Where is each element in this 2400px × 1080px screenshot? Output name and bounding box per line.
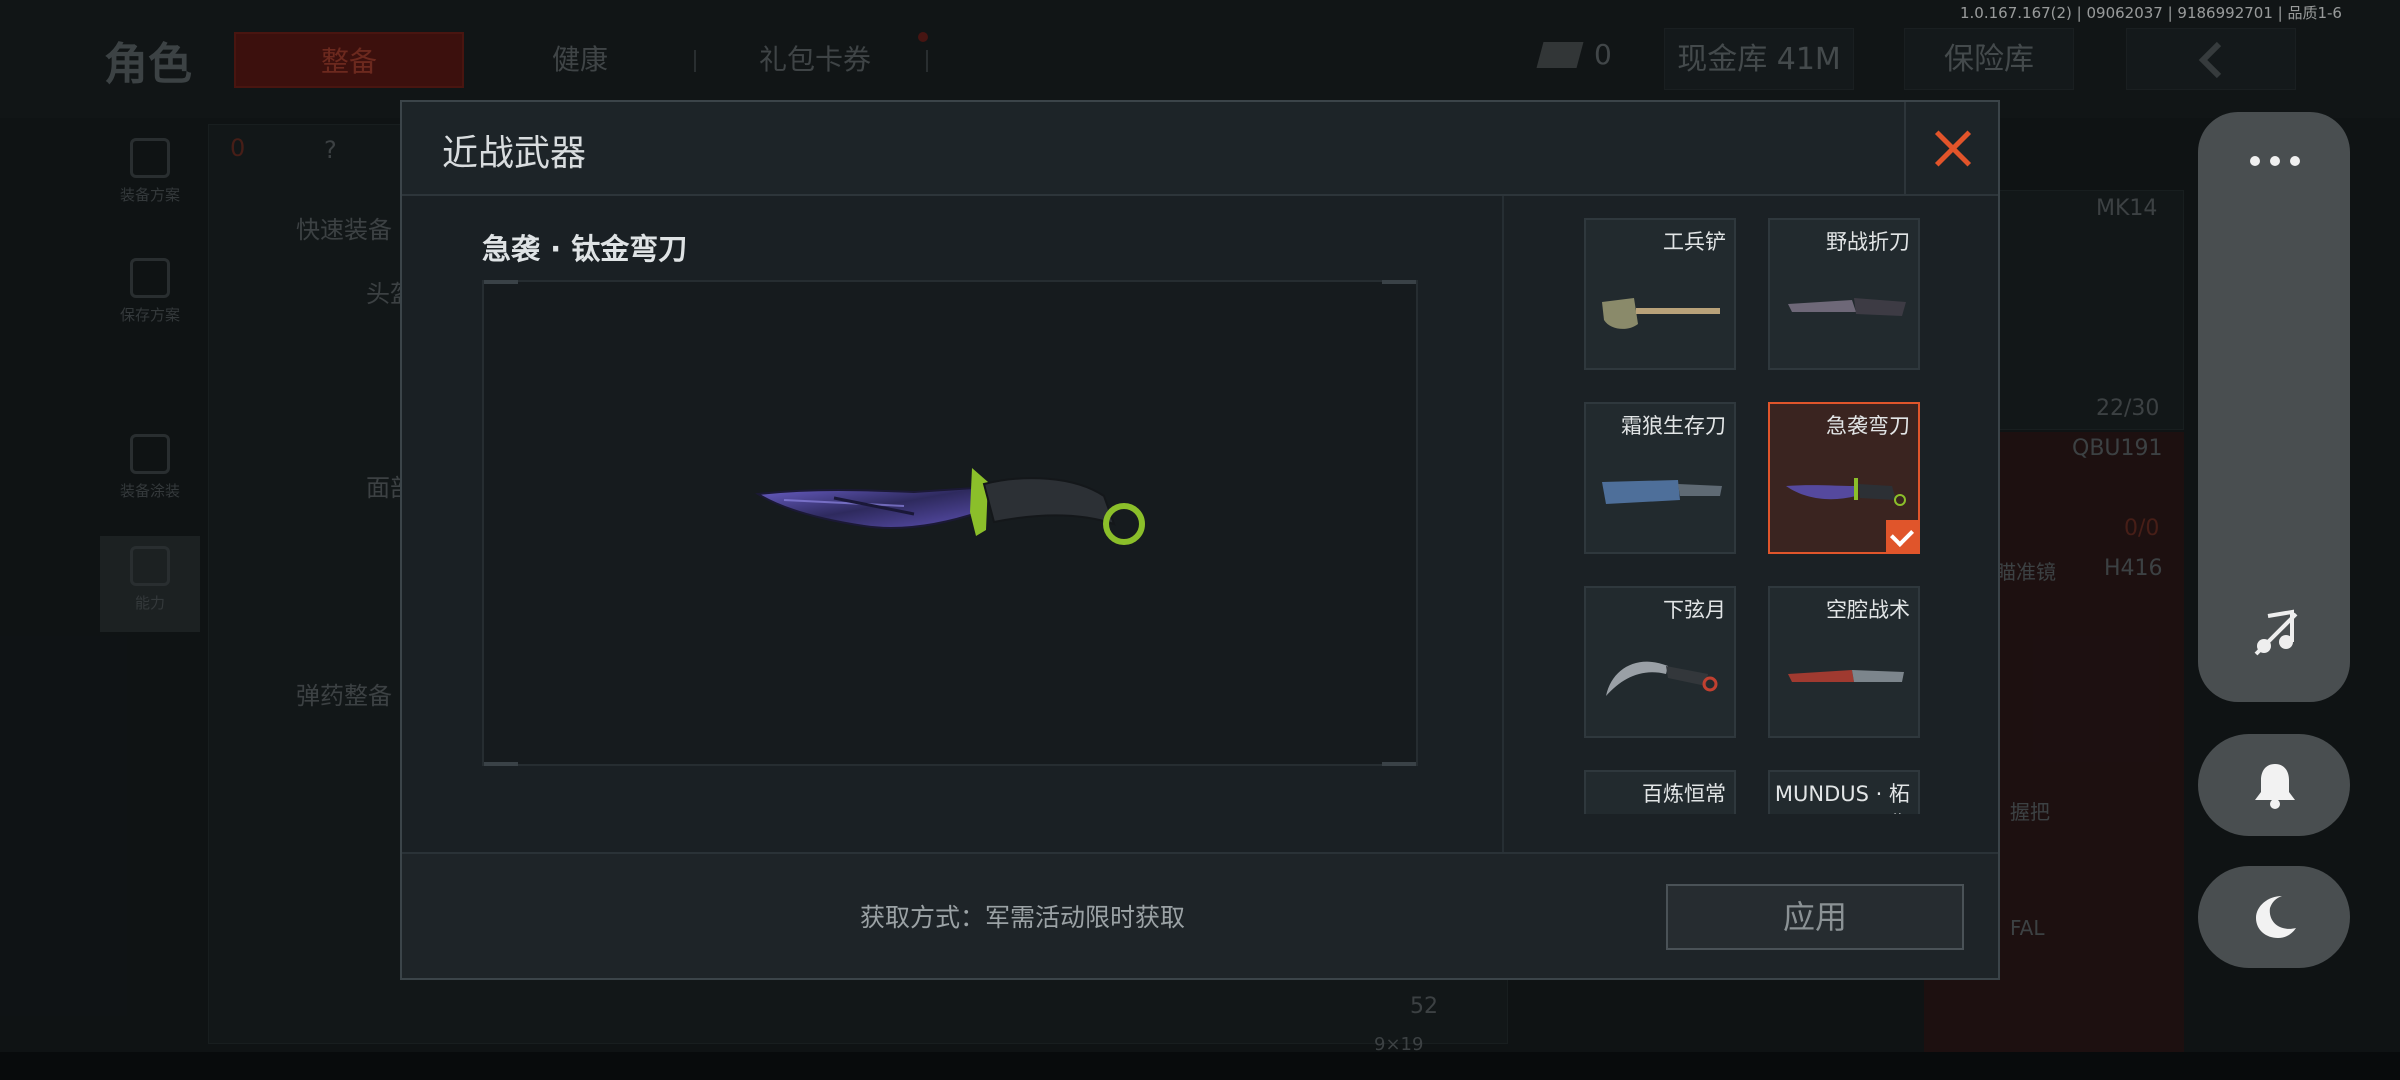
preview-area: 急袭 · 钛金弯刀 <box>402 196 1502 852</box>
weapon-card-label: 下弦月 <box>1663 598 1726 622</box>
selected-skin-name: 急袭 · 钛金弯刀 <box>482 232 688 266</box>
tactical-knife-icon <box>1788 670 1904 682</box>
weapon-card-karambit[interactable]: 下弦月 <box>1584 586 1736 738</box>
preview-corner <box>484 280 518 284</box>
floating-toolbar <box>2198 112 2350 702</box>
weapon-preview[interactable] <box>482 280 1418 766</box>
weapon-card-label: 野战折刀 <box>1826 230 1910 254</box>
weapon-card-survival-knife[interactable]: 霜狼生存刀 <box>1584 402 1736 554</box>
weapon-card-label: MUNDUS · 柘伤 <box>1774 782 1910 814</box>
weapon-card-label: 空腔战术 <box>1826 598 1910 622</box>
more-icon[interactable] <box>2250 156 2300 166</box>
bell-icon <box>2255 764 2295 809</box>
dialog-header: 近战武器 <box>402 102 1998 196</box>
weapon-card-label: 急袭弯刀 <box>1826 414 1910 438</box>
weapon-card-shovel[interactable]: 工兵铲 <box>1584 218 1736 370</box>
close-button[interactable] <box>1904 102 1998 194</box>
weapon-card-label: 霜狼生存刀 <box>1621 414 1726 438</box>
survival-knife-icon <box>1602 480 1722 504</box>
music-off-icon[interactable] <box>2250 608 2300 658</box>
selected-check-icon <box>1886 520 1918 552</box>
weapon-card-curved-knife[interactable]: 急袭弯刀 <box>1768 402 1920 554</box>
melee-weapon-dialog: 近战武器 急袭 · 钛金弯刀 工兵铲 野战折刀 霜狼生存刀 急袭弯刀 下弦月 空… <box>400 100 2000 980</box>
field-knife-icon <box>1788 298 1906 316</box>
preview-corner <box>1382 280 1416 284</box>
shovel-icon <box>1602 298 1720 329</box>
acquisition-text: 获取方式：军需活动限时获取 <box>860 903 1186 932</box>
preview-corner <box>484 762 518 766</box>
notification-toggle[interactable] <box>2198 734 2350 836</box>
moon-icon <box>2256 896 2296 938</box>
apply-button[interactable]: 应用 <box>1666 884 1964 950</box>
preview-corner <box>1382 762 1416 766</box>
night-mode-toggle[interactable] <box>2198 866 2350 968</box>
curved-knife-icon <box>1786 478 1906 506</box>
weapon-card-label: 百炼恒常 <box>1642 782 1726 806</box>
weapon-card-field-knife[interactable]: 野战折刀 <box>1768 218 1920 370</box>
weapon-card-blade-2[interactable]: MUNDUS · 柘伤 <box>1768 770 1920 814</box>
weapon-list-scroll[interactable]: 工兵铲 野战折刀 霜狼生存刀 急袭弯刀 下弦月 空腔战术 百炼恒常 MUNDUS… <box>1504 196 1998 814</box>
melee-weapon-list[interactable]: 工兵铲 野战折刀 霜狼生存刀 急袭弯刀 下弦月 空腔战术 百炼恒常 MUNDUS… <box>1504 196 1998 852</box>
dialog-footer: 获取方式：军需活动限时获取 应用 <box>402 852 1998 978</box>
weapon-card-blade-1[interactable]: 百炼恒常 <box>1584 770 1736 814</box>
weapon-card-label: 工兵铲 <box>1663 230 1726 254</box>
dialog-title: 近战武器 <box>442 133 587 174</box>
karambit-icon <box>1606 661 1718 696</box>
weapon-card-tactical[interactable]: 空腔战术 <box>1768 586 1920 738</box>
curved-knife-image <box>754 468 1145 545</box>
